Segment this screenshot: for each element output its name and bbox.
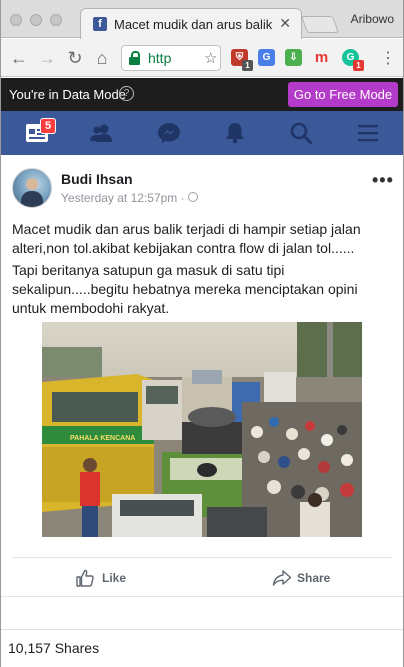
post-paragraph-1: Macet mudik dan arus balik terjadi di ha… <box>12 221 361 256</box>
public-globe-icon <box>188 192 198 202</box>
like-button[interactable]: Like <box>75 568 135 588</box>
bus-lettering: PAHALA KENCANA <box>70 435 135 442</box>
share-label: Share <box>297 571 331 585</box>
post-author[interactable]: Budi Ihsan <box>61 171 133 187</box>
close-window-button[interactable] <box>10 14 22 26</box>
facebook-favicon-icon: f <box>93 17 107 31</box>
post-photo-traffic-jam[interactable]: PAHALA KENCANA <box>42 322 362 537</box>
facebook-navbar <box>0 111 404 155</box>
post-card: Budi Ihsan Yesterday at 12:57pm · ••• Ma… <box>0 155 404 667</box>
grammarly-icon[interactable]: G1 <box>342 49 364 71</box>
back-arrow-icon[interactable]: ← <box>9 48 29 68</box>
window-frame-left <box>0 0 1 667</box>
post-timestamp[interactable]: Yesterday at 12:57pm · <box>61 191 185 205</box>
bookmark-star-icon[interactable]: ☆ <box>204 49 217 67</box>
home-icon[interactable]: ⌂ <box>92 48 112 68</box>
free-mode-button[interactable]: Go to Free Mode <box>288 82 398 107</box>
more-options-icon[interactable]: ••• <box>372 170 394 191</box>
like-label: Like <box>102 571 127 585</box>
avatar[interactable] <box>12 168 52 208</box>
new-tab-button[interactable] <box>300 16 340 33</box>
minimize-window-button[interactable] <box>30 14 42 26</box>
extension-badge: 1 <box>353 60 364 71</box>
share-arrow-icon <box>272 570 292 586</box>
data-mode-label: You're in Data Mode <box>9 87 126 102</box>
friends-icon[interactable] <box>89 122 113 144</box>
forward-arrow-icon[interactable]: → <box>37 48 57 68</box>
download-icon[interactable]: ⇩ <box>285 49 302 66</box>
browser-tab[interactable]: f Macet mudik dan arus balik t ✕ <box>80 8 302 39</box>
browser-menu-icon[interactable]: ⋮ <box>380 48 396 68</box>
address-bar[interactable]: http ☆ <box>121 45 221 71</box>
browser-titlebar: f Macet mudik dan arus balik t ✕ Aribowo <box>0 0 404 39</box>
extension-badge: 1 <box>242 60 253 71</box>
notifications-icon[interactable] <box>223 122 247 144</box>
thumbs-up-icon <box>76 569 94 587</box>
zoom-window-button[interactable] <box>50 14 62 26</box>
action-divider-bottom <box>0 596 404 597</box>
reload-icon[interactable]: ↻ <box>65 48 85 68</box>
lock-icon <box>129 51 140 65</box>
share-button[interactable]: Share <box>272 568 342 588</box>
menu-icon[interactable] <box>356 122 380 144</box>
post-paragraph-2: Tapi beritanya satupun ga masuk di satu … <box>12 262 358 316</box>
data-mode-bar: You're in Data Mode ? Go to Free Mode <box>0 78 404 111</box>
timestamp-text: Yesterday at 12:57pm <box>61 191 178 205</box>
timestamp-separator: · <box>180 191 185 205</box>
profile-name[interactable]: Aribowo <box>351 12 394 26</box>
shares-divider <box>0 629 404 630</box>
search-icon[interactable] <box>289 122 313 144</box>
action-divider-top <box>12 557 392 558</box>
translate-icon[interactable]: G <box>258 49 275 66</box>
tab-title: Macet mudik dan arus balik t <box>114 17 274 32</box>
help-icon[interactable]: ? <box>119 86 134 101</box>
mail-icon[interactable]: m <box>313 49 330 66</box>
messenger-icon[interactable] <box>157 122 181 144</box>
newsfeed-badge: 5 <box>40 118 56 134</box>
url-text: http <box>148 50 172 66</box>
browser-toolbar: ← → ↻ ⌂ http ☆ ⛨ 1 G ⇩ m G1 ⋮ <box>0 39 404 77</box>
shares-count[interactable]: 10,157 Shares <box>8 640 99 656</box>
shield-icon[interactable]: ⛨ 1 <box>231 49 253 71</box>
close-tab-icon[interactable]: ✕ <box>279 15 291 32</box>
